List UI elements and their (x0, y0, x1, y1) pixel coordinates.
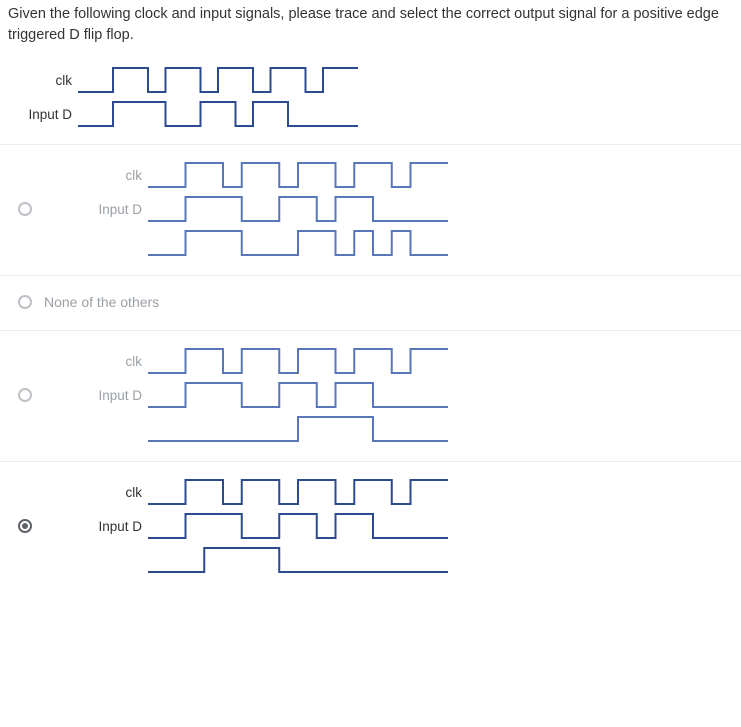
clk-waveform (148, 345, 448, 377)
inputd-label: Input D (8, 107, 78, 122)
output-waveform (148, 413, 448, 445)
question-text: Given the following clock and input sign… (0, 0, 741, 56)
radio-icon (18, 519, 32, 533)
inputd-label: Input D (78, 202, 148, 217)
clk-label: clk (78, 485, 148, 500)
answer-option-4[interactable]: clk Input D (0, 461, 741, 592)
inputd-waveform-ref (78, 98, 358, 130)
answer-option-3[interactable]: clk Input D (0, 330, 741, 461)
inputd-label: Input D (78, 519, 148, 534)
answer-option-1[interactable]: clk Input D (0, 144, 741, 275)
radio-icon (18, 388, 32, 402)
output-waveform (148, 544, 448, 576)
clk-label: clk (78, 354, 148, 369)
output-waveform (148, 227, 448, 259)
clk-waveform (148, 476, 448, 508)
radio-icon (18, 202, 32, 216)
inputd-label: Input D (78, 388, 148, 403)
inputd-waveform (148, 193, 448, 225)
radio-icon (18, 295, 32, 309)
inputd-waveform (148, 510, 448, 542)
clk-label: clk (8, 73, 78, 88)
answer-option-none[interactable]: None of the others (0, 275, 741, 330)
clk-label: clk (78, 168, 148, 183)
reference-signals: clk Input D (0, 56, 741, 144)
clk-waveform-ref (78, 64, 358, 96)
none-label: None of the others (44, 288, 733, 316)
clk-waveform (148, 159, 448, 191)
inputd-waveform (148, 379, 448, 411)
